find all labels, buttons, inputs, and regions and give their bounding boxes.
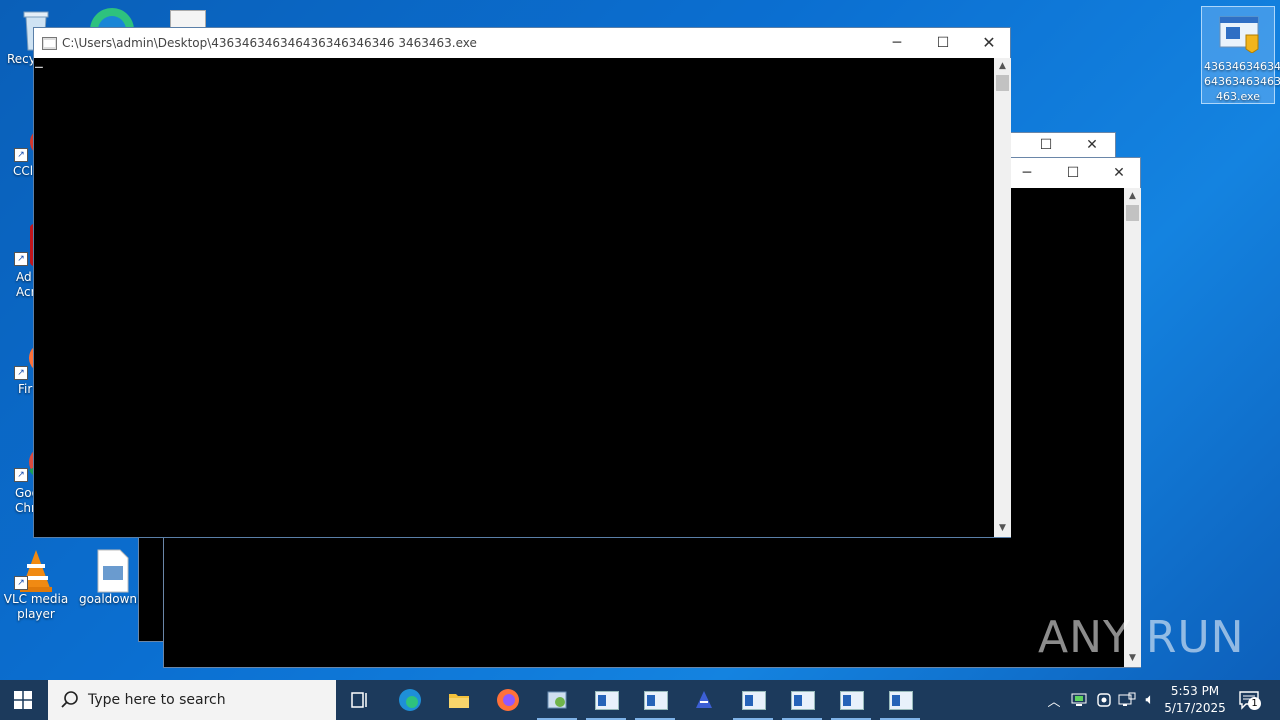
scroll-up-arrow-icon[interactable]: ▲	[994, 58, 1011, 75]
close-button[interactable]: ✕	[1069, 133, 1115, 158]
start-button[interactable]	[0, 680, 48, 720]
edge-desktop-icon[interactable]	[88, 6, 136, 52]
folder-icon	[449, 694, 469, 708]
notification-badge: 1	[1248, 697, 1261, 710]
taskbar-console-5[interactable]	[827, 680, 875, 720]
shortcut-arrow-icon: ↗	[14, 148, 28, 162]
maximize-button[interactable]: ☐	[1023, 133, 1069, 158]
close-button[interactable]: ✕	[1096, 158, 1142, 188]
taskbar-firefox[interactable]	[484, 680, 532, 720]
taskbar-console-6[interactable]	[876, 680, 924, 720]
scroll-up-arrow-icon[interactable]: ▲	[1124, 188, 1141, 205]
console-window-icon	[840, 691, 864, 710]
network-icon[interactable]	[1118, 692, 1136, 708]
clock-time: 5:53 PM	[1170, 684, 1220, 698]
app-icon	[696, 691, 712, 708]
volume-icon[interactable]: 🔈︎	[1141, 690, 1159, 708]
desktop-icon-label: 43634634634 64363463463 463.exe	[1204, 60, 1280, 103]
window-titlebar[interactable]: C:\Users\admin\Desktop\43634634634643634…	[34, 28, 1010, 58]
taskbar-search-box[interactable]: Type here to search	[48, 680, 336, 720]
taskbar-file-explorer[interactable]	[435, 680, 483, 720]
close-button[interactable]: ✕	[966, 28, 1012, 58]
maximize-button[interactable]: ☐	[1050, 158, 1096, 188]
edge-icon	[399, 689, 421, 711]
console-output[interactable]: _	[34, 54, 994, 537]
console-window-icon	[742, 691, 766, 710]
scroll-thumb[interactable]	[996, 75, 1009, 91]
taskbar: Type here to search ︿ 🔈︎ 5:53 PM 5/17/20…	[0, 680, 1280, 720]
image-file-icon	[92, 548, 132, 593]
taskbar-app-1[interactable]	[533, 680, 581, 720]
desktop-icon-label: VLC media player	[3, 592, 69, 621]
taskbar-app-2[interactable]	[680, 680, 728, 720]
console-window-icon	[644, 691, 668, 710]
watermark-text: ANY RUN	[1038, 612, 1245, 663]
task-view-button[interactable]	[336, 680, 384, 720]
app-icon	[547, 691, 567, 709]
taskbar-edge[interactable]	[386, 680, 434, 720]
security-icon[interactable]	[1096, 692, 1112, 708]
taskbar-console-2[interactable]	[631, 680, 679, 720]
taskbar-console-1[interactable]	[582, 680, 630, 720]
console-window-main[interactable]: C:\Users\admin\Desktop\43634634634643634…	[33, 27, 1011, 538]
desktop-icon-exe-file[interactable]: 43634634634 64363463463 463.exe	[1201, 6, 1280, 104]
console-window-icon	[595, 691, 619, 710]
shortcut-arrow-icon: ↗	[14, 366, 28, 380]
shortcut-arrow-icon: ↗	[14, 468, 28, 482]
console-app-icon	[42, 37, 57, 50]
clock-date: 5/17/2025	[1164, 701, 1226, 715]
scroll-down-arrow-icon[interactable]: ▼	[994, 520, 1011, 537]
desktop-icon-vlc[interactable]: ↗ VLC media player	[0, 548, 72, 622]
anyrun-watermark: ANY RUN	[1038, 612, 1244, 672]
search-icon	[61, 691, 78, 708]
shortcut-arrow-icon: ↗	[14, 576, 28, 590]
firefox-icon	[497, 689, 519, 711]
vertical-scrollbar[interactable]: ▲ ▼	[1124, 188, 1141, 667]
window-title: C:\Users\admin\Desktop\43634634634643634…	[62, 36, 477, 50]
minimize-button[interactable]: ─	[874, 28, 920, 58]
executable-file-icon	[1218, 15, 1259, 55]
taskbar-console-4[interactable]	[778, 680, 826, 720]
maximize-button[interactable]: ☐	[920, 28, 966, 58]
notification-center-button[interactable]: 1	[1236, 688, 1262, 712]
console-window-icon	[791, 691, 815, 710]
console-window-icon	[889, 691, 913, 710]
console-cursor: _	[35, 54, 43, 69]
scroll-thumb[interactable]	[1126, 205, 1139, 221]
windows-logo-icon	[14, 691, 32, 709]
vertical-scrollbar[interactable]: ▲ ▼	[994, 58, 1011, 537]
task-view-icon	[351, 692, 367, 708]
search-placeholder: Type here to search	[88, 692, 226, 708]
network-display-icon[interactable]	[1071, 692, 1087, 708]
shortcut-arrow-icon: ↗	[14, 252, 28, 266]
clock[interactable]: 5:53 PM 5/17/2025	[1164, 683, 1226, 717]
vlc-cone-icon: ↗	[14, 548, 56, 592]
taskbar-console-3[interactable]	[729, 680, 777, 720]
show-hidden-icons-chevron-icon[interactable]: ︿	[1046, 691, 1062, 710]
